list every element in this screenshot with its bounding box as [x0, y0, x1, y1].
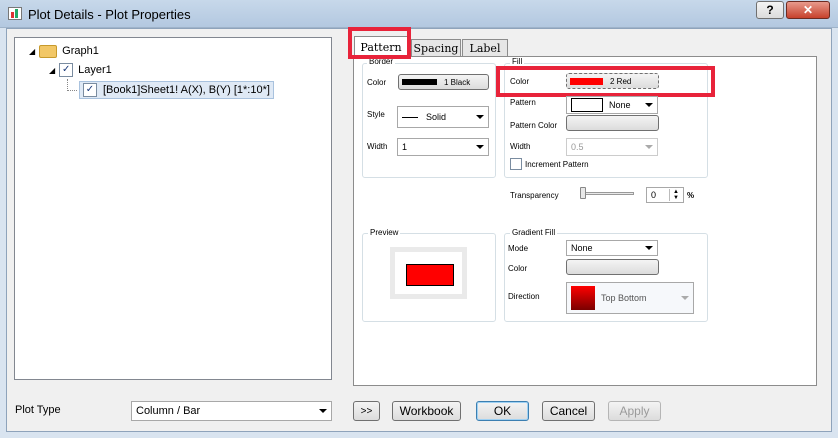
chevron-down-icon — [681, 296, 689, 300]
fill-pattern-value: None — [609, 100, 631, 110]
transparency-value: 0 — [651, 190, 657, 200]
fill-color-highlight — [496, 66, 715, 97]
cancel-button[interactable]: Cancel — [542, 401, 595, 421]
pattern-swatch — [571, 98, 603, 112]
chevron-down-icon — [319, 409, 327, 413]
tab-spacing-label: Spacing — [413, 42, 459, 55]
border-color-value: 1 Black — [444, 77, 471, 87]
tree-graph-label: Graph1 — [62, 45, 99, 57]
gradient-mode-value: None — [571, 243, 593, 253]
transparency-spinner[interactable]: 0 ▲ ▼ — [646, 187, 684, 203]
gradient-direction-swatch — [571, 286, 595, 310]
gradient-mode-select[interactable]: None — [566, 240, 658, 256]
plot-type-label: Plot Type — [15, 404, 61, 416]
workbook-button[interactable]: Workbook — [392, 401, 461, 421]
spin-arrows-icon[interactable]: ▲ ▼ — [669, 189, 682, 201]
plot-type-value: Column / Bar — [136, 405, 201, 417]
border-color-label: Color — [367, 78, 387, 87]
border-style-value: Solid — [426, 112, 447, 122]
gradient-color-button[interactable] — [566, 259, 659, 275]
apply-label: Apply — [619, 404, 650, 418]
border-width-label: Width — [367, 142, 388, 151]
increment-pattern-label: Increment Pattern — [525, 159, 589, 169]
cancel-label: Cancel — [549, 404, 588, 418]
increment-checkbox-box[interactable] — [510, 158, 522, 170]
ok-label: OK — [493, 404, 512, 418]
border-style-select[interactable]: Solid — [397, 106, 489, 128]
preview-swatch — [406, 264, 454, 286]
chevron-down-icon — [476, 145, 484, 149]
help-button[interactable]: ? — [756, 1, 784, 19]
plot-checkbox[interactable]: ✓ — [83, 83, 97, 97]
tree-graph[interactable]: ◢ Graph1 — [29, 44, 99, 58]
transparency-label: Transparency — [510, 191, 559, 200]
tree-layer[interactable]: ◢ ✓ Layer1 — [49, 63, 112, 77]
gradient-group-label: Gradient Fill — [510, 228, 558, 237]
tree-panel[interactable]: ◢ Graph1 ◢ ✓ Layer1 ✓ [Book1]Sheet1! A(X… — [14, 37, 332, 380]
tab-label-label: Label — [469, 42, 501, 55]
gradient-mode-label: Mode — [508, 244, 529, 253]
transparency-slider-track[interactable] — [582, 192, 634, 195]
border-color-button[interactable]: 1 Black — [398, 74, 489, 90]
pattern-tab-highlight — [348, 27, 411, 59]
transparency-unit: % — [687, 191, 695, 200]
gradient-direction-label: Direction — [508, 292, 540, 301]
ok-button[interactable]: OK — [476, 401, 529, 421]
increment-pattern-checkbox[interactable]: Increment Pattern — [510, 158, 589, 170]
border-width-select[interactable]: 1 — [397, 138, 489, 156]
line-style-icon — [402, 116, 418, 118]
collapse-icon[interactable]: ◢ — [29, 47, 35, 56]
fill-pattern-label: Pattern — [510, 98, 536, 107]
collapse-icon[interactable]: ◢ — [49, 66, 55, 75]
chevron-down-icon — [476, 115, 484, 119]
gradient-color-label: Color — [508, 264, 528, 273]
tab-spacing[interactable]: Spacing — [411, 39, 461, 57]
preview-group-label: Preview — [368, 228, 401, 237]
layer-checkbox[interactable]: ✓ — [59, 63, 74, 77]
tree-connector — [67, 79, 77, 91]
apply-button[interactable]: Apply — [608, 401, 661, 421]
folder-icon — [39, 44, 58, 58]
chevron-down-icon — [645, 145, 653, 149]
window-title: Plot Details - Plot Properties — [28, 7, 191, 22]
tree-plot-label: [Book1]Sheet1! A(X), B(Y) [1*:10*] — [103, 84, 270, 96]
chevron-down-icon — [645, 246, 653, 250]
pattern-color-label: Pattern Color — [510, 121, 558, 130]
border-color-swatch — [402, 79, 437, 85]
border-style-label: Style — [367, 110, 385, 119]
app-icon — [8, 7, 22, 20]
fill-width-label: Width — [510, 142, 531, 151]
tree-layer-label: Layer1 — [78, 64, 112, 76]
plot-type-select[interactable]: Column / Bar — [131, 401, 332, 421]
fill-pattern-select[interactable]: None — [566, 96, 658, 114]
close-icon: ✕ — [802, 3, 814, 17]
fill-group-label: Fill — [510, 57, 525, 66]
pattern-color-button[interactable] — [566, 115, 659, 131]
preview-canvas — [390, 247, 467, 299]
tree-plot[interactable]: ✓ [Book1]Sheet1! A(X), B(Y) [1*:10*] — [79, 81, 274, 99]
border-width-value: 1 — [402, 142, 408, 152]
title-bar: Plot Details - Plot Properties ? ✕ — [0, 0, 838, 28]
expand-button[interactable]: >> — [353, 401, 380, 421]
close-button[interactable]: ✕ — [786, 1, 830, 19]
gradient-direction-select[interactable]: Top Bottom — [566, 282, 694, 314]
gradient-direction-value: Top Bottom — [601, 293, 647, 303]
transparency-slider-thumb[interactable] — [580, 187, 586, 199]
fill-width-select[interactable]: 0.5 — [566, 138, 658, 156]
chevron-down-icon — [645, 103, 653, 107]
workbook-label: Workbook — [399, 404, 454, 418]
expand-label: >> — [360, 405, 373, 417]
fill-width-value: 0.5 — [571, 142, 584, 152]
tab-label[interactable]: Label — [462, 39, 508, 57]
